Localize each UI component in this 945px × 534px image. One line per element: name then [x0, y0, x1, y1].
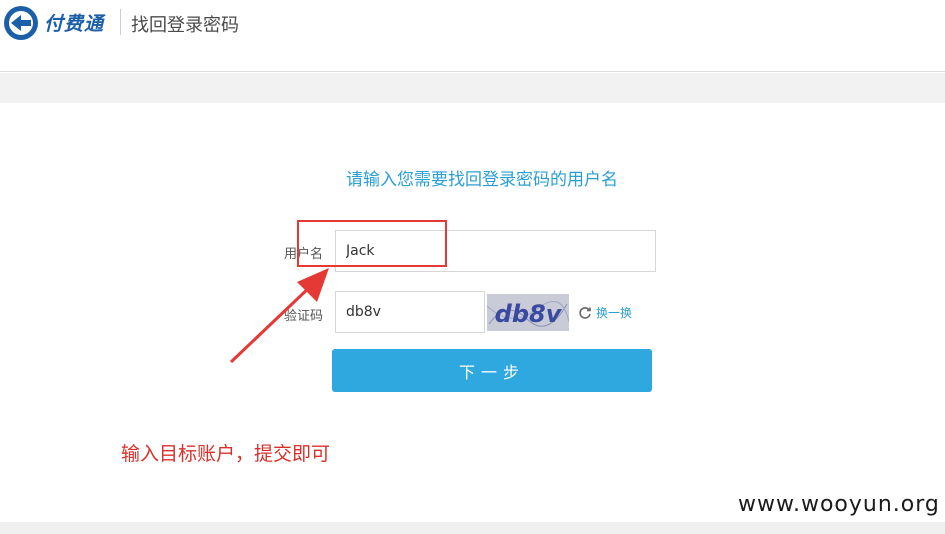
page: 付费通 找回登录密码 请输入您需要找回登录密码的用户名 用户名 验证码 db8v…	[0, 0, 945, 534]
watermark: www.wooyun.org	[738, 492, 940, 517]
header-divider	[120, 9, 121, 35]
captcha-text: db8v	[495, 300, 563, 328]
username-label: 用户名	[283, 247, 323, 262]
refresh-captcha-button[interactable]: 换一换	[578, 304, 632, 321]
form-prompt: 请输入您需要找回登录密码的用户名	[346, 170, 618, 190]
logo-text: 付费通	[44, 13, 105, 35]
captcha-input[interactable]	[335, 291, 485, 333]
annotation-text: 输入目标账户，提交即可	[121, 443, 331, 465]
divider-band	[0, 73, 945, 103]
refresh-label: 换一换	[596, 306, 633, 320]
captcha-image[interactable]: db8v	[487, 294, 569, 331]
footer-band	[0, 522, 945, 534]
username-input[interactable]	[335, 230, 656, 272]
logo-icon	[4, 6, 38, 40]
refresh-icon	[579, 306, 591, 319]
page-title: 找回登录密码	[131, 15, 239, 36]
header: 付费通 找回登录密码	[0, 0, 945, 72]
next-step-button[interactable]: 下一步	[332, 349, 652, 392]
captcha-label: 验证码	[283, 309, 323, 324]
